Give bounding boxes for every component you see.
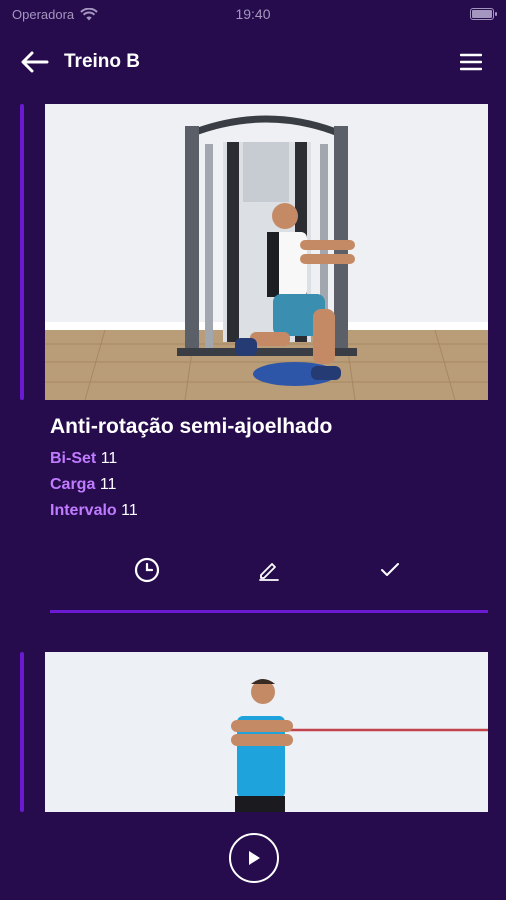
status-bar: Operadora 19:40 [0,0,506,28]
exercise-image [45,104,488,400]
card-accent-bar [20,104,24,400]
hamburger-menu-icon [460,53,482,71]
bi-set-value: 11 [100,450,118,467]
card-accent-bar [20,652,24,812]
intervalo-row: Intervalo 11 [50,502,138,520]
clock-icon [134,557,160,583]
timer-button[interactable] [129,552,165,588]
check-icon [381,563,399,576]
exercise-actions [0,552,506,588]
card-divider [50,610,488,613]
page-title: Treino B [64,51,141,72]
carrier-label: Operadora [12,6,75,22]
battery-icon [470,8,497,20]
done-button[interactable] [372,552,408,588]
arrow-left-icon [21,51,49,73]
play-icon [249,851,260,865]
pencil-icon [259,563,279,581]
intervalo-label: Intervalo [50,502,117,519]
intervalo-value: 11 [121,502,138,519]
carga-value: 11 [99,476,117,493]
bi-set-label: Bi-Set [50,450,97,467]
back-button[interactable] [18,45,52,79]
carga-label: Carga [50,476,96,493]
exercise-image [45,652,488,812]
bi-set-row: Bi-Set 11 [50,450,117,468]
exercise-name: Anti-rotação semi-ajoelhado [50,415,333,438]
menu-button[interactable] [454,45,488,79]
play-button[interactable] [229,833,279,883]
top-app-bar: Treino B [0,40,506,84]
carga-row: Carga 11 [50,476,116,494]
status-left: Operadora [12,7,98,22]
edit-button[interactable] [251,552,287,588]
wifi-icon [80,7,98,20]
